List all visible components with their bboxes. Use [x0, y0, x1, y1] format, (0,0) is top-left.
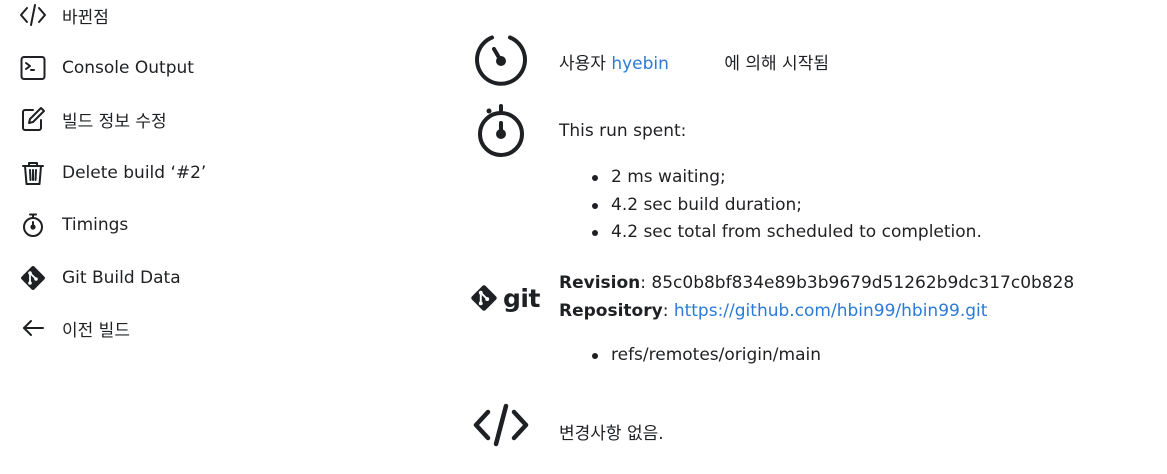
sidebar-item-label: 빌드 정보 수정 [62, 111, 167, 132]
git-repository: Repository: https://github.com/hbin99/hb… [559, 301, 988, 321]
build-page: 바뀐점 Console Output 빌드 정보 수정 Delete build… [0, 0, 1167, 474]
timing-list: 2 ms waiting; 4.2 sec build duration; 4.… [590, 164, 982, 247]
sidebar: 바뀐점 Console Output 빌드 정보 수정 Delete build… [0, 0, 340, 474]
sidebar-item-edit-build-info[interactable]: 빌드 정보 수정 [18, 101, 167, 137]
list-item: refs/remotes/origin/main [590, 342, 821, 370]
edit-icon [18, 104, 48, 134]
sidebar-item-timings[interactable]: Timings [18, 207, 128, 243]
sidebar-item-label: Console Output [62, 58, 194, 78]
branch-list: refs/remotes/origin/main [590, 342, 821, 370]
sidebar-item-git-build-data[interactable]: Git Build Data [18, 260, 181, 296]
user-link[interactable]: hyebin [611, 54, 669, 74]
sidebar-item-label: Git Build Data [62, 268, 181, 288]
sidebar-item-label: 이전 빌드 [62, 320, 130, 341]
sidebar-item-console-output[interactable]: Console Output [18, 50, 194, 86]
timing-title: This run spent: [559, 121, 687, 141]
started-by-icon [470, 29, 532, 91]
sidebar-item-label: 바뀐점 [62, 7, 109, 28]
sidebar-item-previous-build[interactable]: 이전 빌드 [18, 310, 130, 346]
started-by-suffix: 에 의해 시작됨 [724, 54, 829, 74]
git-logo-icon [471, 285, 497, 311]
arrow-left-icon [18, 313, 48, 343]
no-changes-text: 변경사항 없음. [559, 424, 664, 444]
stopwatch-icon [18, 210, 48, 240]
stopwatch-large-icon [470, 101, 532, 163]
git-icon [18, 263, 48, 293]
build-summary: 사용자 hyebin 에 의해 시작됨 This run spent: 2 ms… [460, 0, 1160, 474]
code-icon [18, 0, 48, 30]
started-by-prefix: 사용자 [559, 54, 606, 74]
git-logo: git [469, 283, 540, 313]
revision-value: 85c0b8bf834e89b3b9679d51262b9dc317c0b828 [651, 273, 1075, 293]
sidebar-item-changes[interactable]: 바뀐점 [18, 0, 109, 33]
list-item: 4.2 sec build duration; [590, 192, 982, 220]
repository-link[interactable]: https://github.com/hbin99/hbin99.git [674, 301, 988, 321]
sidebar-item-delete-build[interactable]: Delete build ‘#2’ [18, 155, 206, 191]
sidebar-item-label: Timings [62, 215, 129, 235]
trash-icon [18, 158, 48, 188]
terminal-icon [18, 53, 48, 83]
changes-code-icon [470, 394, 532, 456]
list-item: 4.2 sec total from scheduled to completi… [590, 219, 982, 247]
list-item: 2 ms waiting; [590, 164, 982, 192]
git-logo-text: git [503, 283, 540, 313]
started-by-text: 사용자 hyebin 에 의해 시작됨 [559, 49, 829, 74]
sidebar-item-label: Delete build ‘#2’ [62, 163, 207, 183]
repository-label: Repository [559, 301, 663, 321]
git-revision: Revision: 85c0b8bf834e89b3b9679d51262b9d… [559, 273, 1075, 293]
revision-label: Revision [559, 273, 641, 293]
